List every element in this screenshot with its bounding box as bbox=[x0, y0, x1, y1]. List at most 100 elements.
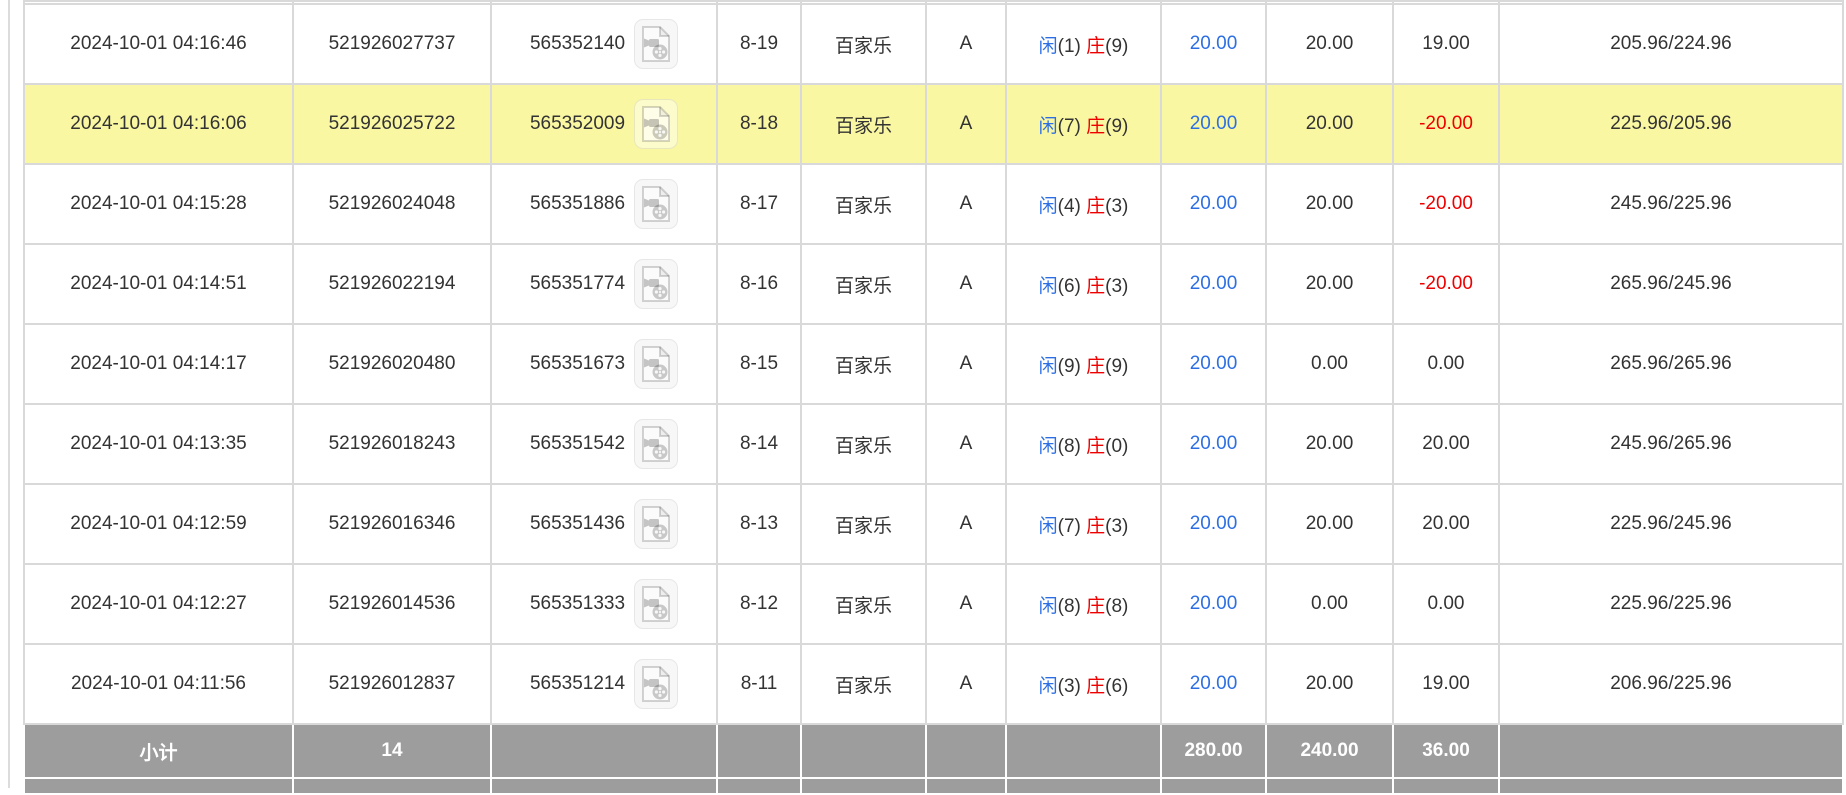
table-row[interactable]: 2024-10-01 04:14:51521926022194565351774… bbox=[24, 244, 1843, 324]
player-result-label: 闲 bbox=[1039, 516, 1058, 537]
video-replay-button[interactable] bbox=[634, 499, 678, 549]
table-row[interactable]: 2024-10-01 04:14:17521926020480565351673… bbox=[24, 324, 1843, 404]
player-result-label: 闲 bbox=[1039, 436, 1058, 457]
table-name-cell: A bbox=[926, 484, 1006, 564]
valid-amount-cell: 0.00 bbox=[1266, 564, 1393, 644]
partial-cell bbox=[491, 778, 717, 794]
valid-amount-cell: 20.00 bbox=[1266, 84, 1393, 164]
bet-id-cell: 521926024048 bbox=[293, 164, 491, 244]
player-points: (7) bbox=[1058, 116, 1087, 137]
banker-points: (6) bbox=[1105, 676, 1128, 697]
bet-id-cell: 521926022194 bbox=[293, 244, 491, 324]
table-row[interactable]: 2024-10-01 04:15:28521926024048565351886… bbox=[24, 164, 1843, 244]
table-row[interactable]: 2024-10-01 04:12:27521926014536565351333… bbox=[24, 564, 1843, 644]
banker-result-label: 庄 bbox=[1086, 196, 1105, 217]
balance-cell: 205.96/224.96 bbox=[1499, 4, 1843, 84]
partial-cell bbox=[717, 778, 801, 794]
table-name-cell: A bbox=[926, 4, 1006, 84]
game-name-cell: 百家乐 bbox=[801, 324, 926, 404]
banker-points: (3) bbox=[1105, 516, 1128, 537]
video-replay-button[interactable] bbox=[634, 19, 678, 69]
table-row[interactable]: 2024-10-01 04:13:35521926018243565351542… bbox=[24, 404, 1843, 484]
bet-amount-cell: 20.00 bbox=[1161, 4, 1266, 84]
table-row[interactable]: 2024-10-01 04:16:06521926025722565352009… bbox=[24, 84, 1843, 164]
video-replay-button[interactable] bbox=[634, 99, 678, 149]
bet-time-cell: 2024-10-01 04:14:17 bbox=[24, 324, 293, 404]
banker-points: (3) bbox=[1105, 196, 1128, 217]
game-result-cell: 闲(8) 庄(8) bbox=[1006, 564, 1161, 644]
balance-cell: 206.96/225.96 bbox=[1499, 644, 1843, 724]
bet-id-cell: 521926027737 bbox=[293, 4, 491, 84]
subtotal-empty bbox=[717, 724, 801, 778]
player-result-label: 闲 bbox=[1039, 36, 1058, 57]
table-row[interactable]: 2024-10-01 04:12:59521926016346565351436… bbox=[24, 484, 1843, 564]
video-replay-button[interactable] bbox=[634, 259, 678, 309]
partial-cell bbox=[1161, 778, 1266, 794]
bet-amount-cell: 20.00 bbox=[1161, 644, 1266, 724]
video-replay-button[interactable] bbox=[634, 179, 678, 229]
round-number-cell: 8-16 bbox=[717, 244, 801, 324]
subtotal-valid-total: 240.00 bbox=[1266, 724, 1393, 778]
game-name-cell: 百家乐 bbox=[801, 564, 926, 644]
table-name-cell: A bbox=[926, 564, 1006, 644]
partial-cell bbox=[1006, 778, 1161, 794]
video-replay-button[interactable] bbox=[634, 659, 678, 709]
banker-result-label: 庄 bbox=[1086, 116, 1105, 137]
bet-id-cell: 521926016346 bbox=[293, 484, 491, 564]
video-file-icon bbox=[641, 506, 671, 542]
round-id-text: 565351774 bbox=[530, 273, 625, 295]
win-loss-cell: -20.00 bbox=[1393, 244, 1499, 324]
video-file-icon bbox=[641, 106, 671, 142]
banker-result-label: 庄 bbox=[1086, 276, 1105, 297]
partial-cell bbox=[926, 778, 1006, 794]
win-loss-cell: -20.00 bbox=[1393, 84, 1499, 164]
subtotal-winloss-total: 36.00 bbox=[1393, 724, 1499, 778]
video-replay-button[interactable] bbox=[634, 579, 678, 629]
game-name-cell: 百家乐 bbox=[801, 4, 926, 84]
game-name-cell: 百家乐 bbox=[801, 84, 926, 164]
player-points: (1) bbox=[1058, 36, 1087, 57]
player-result-label: 闲 bbox=[1039, 356, 1058, 377]
table-name-cell: A bbox=[926, 404, 1006, 484]
round-number-cell: 8-13 bbox=[717, 484, 801, 564]
round-id-cell: 565351673 bbox=[491, 324, 717, 404]
round-id-text: 565351333 bbox=[530, 593, 625, 615]
round-id-wrap: 565352009 bbox=[530, 99, 678, 149]
game-result-cell: 闲(7) 庄(9) bbox=[1006, 84, 1161, 164]
bet-time-cell: 2024-10-01 04:16:06 bbox=[24, 84, 293, 164]
win-loss-cell: -20.00 bbox=[1393, 164, 1499, 244]
player-result-label: 闲 bbox=[1039, 196, 1058, 217]
game-name-cell: 百家乐 bbox=[801, 404, 926, 484]
video-file-icon bbox=[641, 346, 671, 382]
balance-cell: 245.96/225.96 bbox=[1499, 164, 1843, 244]
round-id-cell: 565351436 bbox=[491, 484, 717, 564]
game-result-cell: 闲(9) 庄(9) bbox=[1006, 324, 1161, 404]
round-id-wrap: 565351886 bbox=[530, 179, 678, 229]
player-result-label: 闲 bbox=[1039, 276, 1058, 297]
bet-amount-cell: 20.00 bbox=[1161, 244, 1266, 324]
partial-cell bbox=[24, 778, 293, 794]
round-id-cell: 565351333 bbox=[491, 564, 717, 644]
table-row[interactable]: 2024-10-01 04:16:46521926027737565352140… bbox=[24, 4, 1843, 84]
game-result-cell: 闲(6) 庄(3) bbox=[1006, 244, 1161, 324]
balance-cell: 225.96/205.96 bbox=[1499, 84, 1843, 164]
round-id-text: 565351436 bbox=[530, 513, 625, 535]
table-name-cell: A bbox=[926, 644, 1006, 724]
video-replay-button[interactable] bbox=[634, 419, 678, 469]
player-result-label: 闲 bbox=[1039, 676, 1058, 697]
round-number-cell: 8-18 bbox=[717, 84, 801, 164]
banker-points: (8) bbox=[1105, 596, 1128, 617]
bet-time-cell: 2024-10-01 04:16:46 bbox=[24, 4, 293, 84]
win-loss-cell: 0.00 bbox=[1393, 564, 1499, 644]
banker-points: (9) bbox=[1105, 36, 1128, 57]
round-number-cell: 8-19 bbox=[717, 4, 801, 84]
round-number-cell: 8-12 bbox=[717, 564, 801, 644]
bet-amount-cell: 20.00 bbox=[1161, 484, 1266, 564]
video-replay-button[interactable] bbox=[634, 339, 678, 389]
table-row[interactable]: 2024-10-01 04:11:56521926012837565351214… bbox=[24, 644, 1843, 724]
player-points: (9) bbox=[1058, 356, 1087, 377]
round-id-cell: 565352140 bbox=[491, 4, 717, 84]
banker-points: (9) bbox=[1105, 356, 1128, 377]
balance-cell: 265.96/265.96 bbox=[1499, 324, 1843, 404]
bet-id-cell: 521926018243 bbox=[293, 404, 491, 484]
